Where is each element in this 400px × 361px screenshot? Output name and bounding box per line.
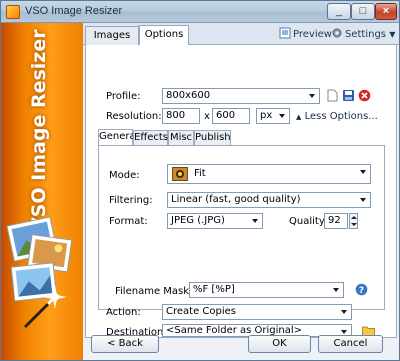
action-select[interactable]: Create Copies <box>162 304 352 320</box>
profile-select[interactable]: 800x600 <box>162 88 320 104</box>
svg-text:?: ? <box>359 286 364 296</box>
format-select[interactable]: JPEG (.JPG) <box>167 213 263 229</box>
back-button[interactable]: < Back <box>91 335 159 353</box>
preview-label: Preview <box>293 29 332 40</box>
window-title: VSO Image Resizer <box>25 5 123 17</box>
quality-label: Quality: <box>289 216 328 227</box>
subtab-publish[interactable]: Publish <box>194 130 231 145</box>
ok-button[interactable]: OK <box>248 335 311 353</box>
mode-value: Fit <box>194 168 206 179</box>
subtab-effects[interactable]: Effects <box>133 130 168 145</box>
gear-icon <box>332 28 342 38</box>
less-options-link[interactable]: ▲ Less Options... <box>296 111 378 122</box>
cancel-button[interactable]: Cancel <box>318 335 383 353</box>
save-icon[interactable] <box>342 89 355 102</box>
quality-input[interactable]: 92 <box>324 213 348 229</box>
fit-mode-icon <box>172 167 188 181</box>
new-profile-icon[interactable] <box>326 89 339 102</box>
height-input[interactable]: 600 <box>212 108 250 124</box>
filename-mask-input[interactable]: %F [%P] <box>189 282 344 298</box>
format-label: Format: <box>109 216 148 227</box>
filtering-select[interactable]: Linear (fast, good quality) <box>167 192 371 208</box>
preview-button[interactable]: Preview <box>279 27 332 42</box>
options-panel: Profile: 800x600 Resolution: 800 x 600 p… <box>85 45 397 338</box>
tab-bar: Images [43] Options Preview Settings ▼ <box>83 23 399 58</box>
settings-button[interactable]: Settings ▼ <box>331 27 395 42</box>
stepper-down-icon[interactable] <box>351 223 357 226</box>
chevron-down-icon: ▼ <box>389 30 396 39</box>
preview-icon <box>279 27 291 39</box>
less-options-label: Less Options... <box>304 111 378 122</box>
subtab-misc[interactable]: Misc <box>168 130 194 145</box>
action-label: Action: <box>106 307 141 318</box>
title-bar[interactable]: VSO Image Resizer _ □ × <box>1 1 399 23</box>
mode-select[interactable]: Fit <box>167 164 371 184</box>
tab-images[interactable]: Images [43] <box>85 26 139 58</box>
minimize-button[interactable]: _ <box>327 3 351 20</box>
close-button[interactable]: × <box>375 3 397 20</box>
profile-label: Profile: <box>106 91 141 102</box>
sidebar-banner: VSO Image Resizer <box>1 23 83 360</box>
times-label: x <box>204 111 210 122</box>
width-input[interactable]: 800 <box>162 108 200 124</box>
app-icon <box>6 5 20 19</box>
main-area: Images [43] Options Preview Settings ▼ P… <box>83 23 399 360</box>
subtab-general[interactable]: General <box>98 129 138 145</box>
mode-label: Mode: <box>109 170 140 181</box>
tab-options[interactable]: Options <box>139 25 189 45</box>
resolution-label: Resolution: <box>106 111 162 122</box>
delete-icon[interactable] <box>358 89 371 102</box>
maximize-button[interactable]: □ <box>351 3 375 20</box>
filtering-label: Filtering: <box>109 195 153 206</box>
photos-wand-illustration <box>6 216 73 329</box>
filename-mask-label: Filename Mask: <box>115 286 193 297</box>
quality-stepper[interactable] <box>349 213 358 229</box>
settings-label: Settings <box>345 29 387 40</box>
help-icon[interactable]: ? <box>355 283 368 296</box>
stepper-up-icon[interactable] <box>351 216 357 219</box>
unit-select[interactable]: px <box>256 108 290 124</box>
app-window: VSO Image Resizer _ □ × VSO Image Resize… <box>0 0 400 361</box>
triangle-up-icon: ▲ <box>296 113 302 121</box>
general-panel: Mode: Fit Filtering: Linear (fast, good … <box>98 145 385 310</box>
